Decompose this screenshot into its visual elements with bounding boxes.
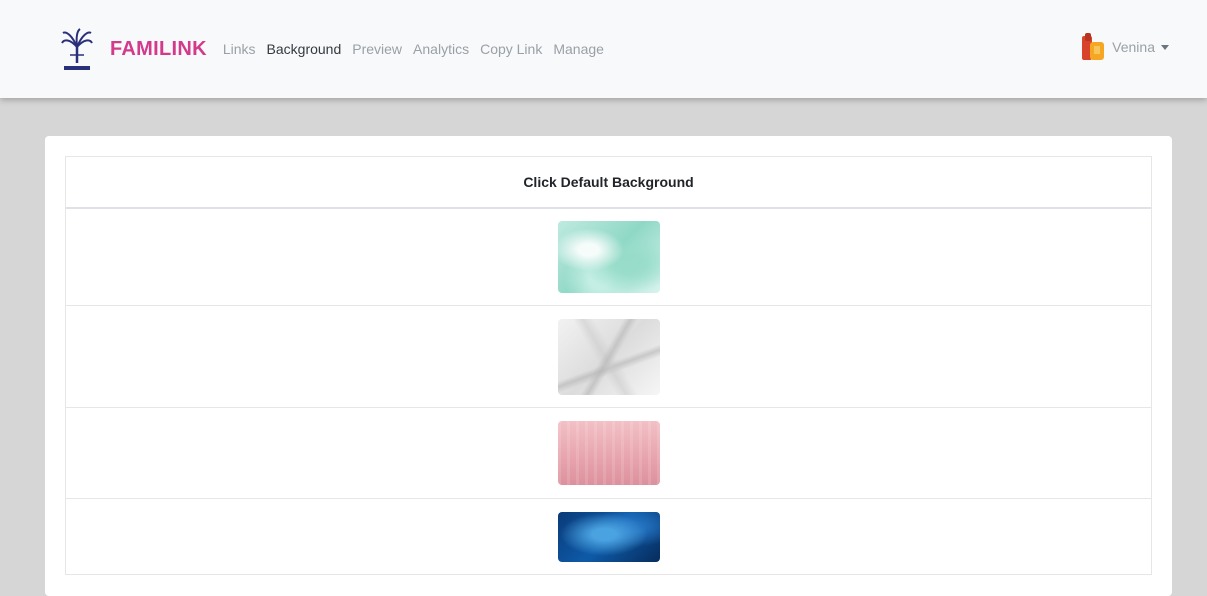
background-option-white[interactable] bbox=[557, 318, 660, 395]
background-option-mint[interactable] bbox=[557, 221, 660, 293]
user-menu[interactable]: Venina bbox=[1080, 32, 1169, 62]
nav-analytics[interactable]: Analytics bbox=[413, 41, 469, 57]
user-avatar-icon bbox=[1080, 32, 1106, 62]
nav-manage[interactable]: Manage bbox=[553, 41, 604, 57]
chevron-down-icon bbox=[1161, 44, 1169, 50]
table-row bbox=[66, 499, 1151, 575]
nav-copy-link[interactable]: Copy Link bbox=[480, 41, 542, 57]
user-name: Venina bbox=[1112, 39, 1155, 55]
table-row bbox=[66, 408, 1151, 499]
background-option-blue[interactable] bbox=[557, 511, 660, 562]
nav-links[interactable]: Links bbox=[223, 41, 256, 57]
nav-preview[interactable]: Preview bbox=[352, 41, 402, 57]
table-row bbox=[66, 306, 1151, 408]
table-row bbox=[66, 209, 1151, 306]
background-card: Click Default Background bbox=[45, 136, 1172, 596]
nav-background[interactable]: Background bbox=[267, 41, 342, 57]
table-heading: Click Default Background bbox=[66, 157, 1151, 209]
background-table: Click Default Background bbox=[65, 156, 1152, 575]
palm-tree-logo-icon[interactable] bbox=[58, 25, 96, 73]
background-option-pink[interactable] bbox=[557, 421, 660, 485]
brand-name[interactable]: FAMILINK bbox=[110, 38, 207, 61]
top-navbar: FAMILINK Links Background Preview Analyt… bbox=[0, 0, 1207, 98]
